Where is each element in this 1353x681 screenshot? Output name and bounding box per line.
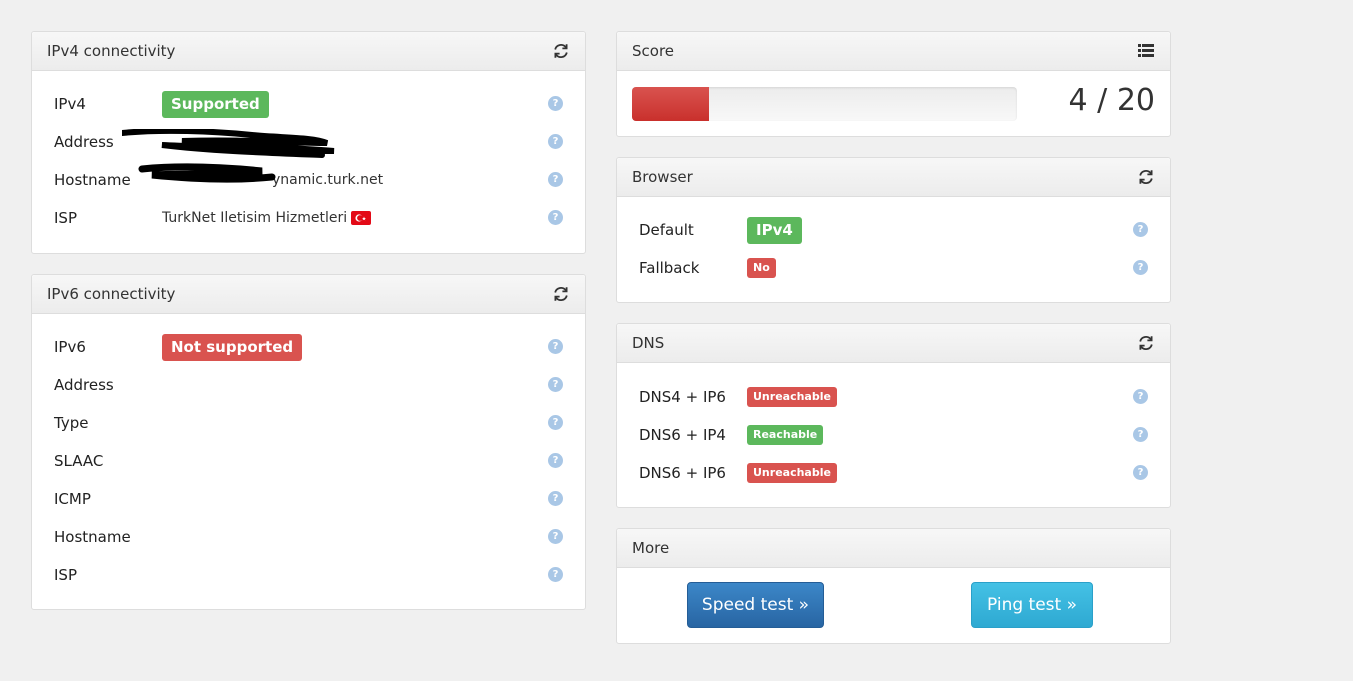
- browser-panel: Browser Default IPv4 ? Fallback No ?: [616, 157, 1171, 303]
- ipv6-row-hostname: Hostname ?: [54, 518, 563, 556]
- row-label: Address: [54, 376, 114, 394]
- dns-panel: DNS DNS4 + IP6 Unreachable ? DNS6 + IP4 …: [616, 323, 1171, 508]
- ipv4-panel-heading: IPv4 connectivity: [32, 32, 585, 71]
- help-icon[interactable]: ?: [548, 210, 563, 225]
- ipv6-row-slaac: SLAAC ?: [54, 442, 563, 480]
- score-text: 4 / 20: [1068, 83, 1155, 118]
- row-label: DNS4 + IP6: [639, 388, 726, 406]
- help-icon[interactable]: ?: [1133, 389, 1148, 404]
- help-icon[interactable]: ?: [1133, 427, 1148, 442]
- score-panel-title: Score: [632, 42, 675, 60]
- help-icon[interactable]: ?: [548, 529, 563, 544]
- refresh-icon[interactable]: [1137, 168, 1155, 186]
- row-label: IPv4: [54, 95, 86, 113]
- help-icon[interactable]: ?: [548, 415, 563, 430]
- fallback-badge: No: [747, 258, 776, 278]
- row-label: Fallback: [639, 259, 700, 277]
- dns-status-badge: Unreachable: [747, 387, 837, 407]
- default-badge: IPv4: [747, 216, 802, 244]
- help-icon[interactable]: ?: [548, 134, 563, 149]
- row-label: Type: [54, 414, 89, 432]
- ipv4-row-isp: ISP TurkNet Iletisim Hizmetleri ?: [54, 199, 563, 237]
- ipv6-row-isp: ISP ?: [54, 556, 563, 594]
- isp-value: TurkNet Iletisim Hizmetleri: [162, 210, 348, 226]
- redaction-scribble: [122, 129, 335, 183]
- refresh-icon[interactable]: [552, 285, 570, 303]
- row-label: DNS6 + IP4: [639, 426, 726, 444]
- speed-test-button[interactable]: Speed test »: [687, 582, 824, 628]
- help-icon[interactable]: ?: [1133, 465, 1148, 480]
- ipv6-panel-title: IPv6 connectivity: [47, 285, 176, 303]
- ping-test-button[interactable]: Ping test »: [971, 582, 1093, 628]
- browser-panel-heading: Browser: [617, 158, 1170, 197]
- browser-row-default: Default IPv4 ?: [639, 211, 1148, 249]
- refresh-icon[interactable]: [552, 42, 570, 60]
- score-panel-heading: Score: [617, 32, 1170, 71]
- score-panel: Score 4 / 20: [616, 31, 1171, 137]
- ipv4-row-ipv4: IPv4 Supported ?: [54, 85, 563, 123]
- help-icon[interactable]: ?: [548, 491, 563, 506]
- ipv6-panel: IPv6 connectivity IPv6 Not supported ? A…: [31, 274, 586, 610]
- more-panel-title: More: [632, 539, 670, 557]
- ipv6-row-ipv6: IPv6 Not supported ?: [54, 328, 563, 366]
- dns-status-badge: Reachable: [747, 425, 824, 445]
- help-icon[interactable]: ?: [548, 377, 563, 392]
- browser-panel-title: Browser: [632, 168, 693, 186]
- help-icon[interactable]: ?: [548, 453, 563, 468]
- ipv4-panel: IPv4 connectivity IPv4 Supported ? Addre…: [31, 31, 586, 254]
- dns-panel-heading: DNS: [617, 324, 1170, 363]
- row-label: Default: [639, 221, 694, 239]
- dns-panel-title: DNS: [632, 334, 665, 352]
- ipv6-row-icmp: ICMP ?: [54, 480, 563, 518]
- help-icon[interactable]: ?: [548, 339, 563, 354]
- ipv4-panel-title: IPv4 connectivity: [47, 42, 176, 60]
- row-label: ICMP: [54, 490, 91, 508]
- dns-status-badge: Unreachable: [747, 463, 837, 483]
- ipv6-row-address: Address ?: [54, 366, 563, 404]
- row-label: DNS6 + IP6: [639, 464, 726, 482]
- refresh-icon[interactable]: [1137, 334, 1155, 352]
- turkey-flag-icon: [351, 211, 372, 225]
- row-label: ISP: [54, 566, 77, 584]
- help-icon[interactable]: ?: [1133, 260, 1148, 275]
- ipv6-panel-heading: IPv6 connectivity: [32, 275, 585, 314]
- score-progress-fill: [632, 87, 709, 121]
- help-icon[interactable]: ?: [548, 567, 563, 582]
- browser-row-fallback: Fallback No ?: [639, 249, 1148, 287]
- list-icon[interactable]: [1137, 42, 1155, 60]
- ipv6-row-type: Type ?: [54, 404, 563, 442]
- more-panel: More Speed test » Ping test »: [616, 528, 1171, 644]
- dns-row-dns4-ip6: DNS4 + IP6 Unreachable ?: [639, 378, 1148, 416]
- not-supported-badge: Not supported: [162, 333, 303, 361]
- row-label: ISP: [54, 209, 77, 227]
- row-label: SLAAC: [54, 452, 104, 470]
- dns-row-dns6-ip6: DNS6 + IP6 Unreachable ?: [639, 454, 1148, 492]
- supported-badge: Supported: [162, 90, 269, 118]
- row-label: Hostname: [54, 528, 131, 546]
- dns-row-dns6-ip4: DNS6 + IP4 Reachable ?: [639, 416, 1148, 454]
- score-progress-bar: [632, 87, 1017, 121]
- row-label: IPv6: [54, 338, 86, 356]
- help-icon[interactable]: ?: [1133, 222, 1148, 237]
- more-panel-heading: More: [617, 529, 1170, 568]
- help-icon[interactable]: ?: [548, 172, 563, 187]
- help-icon[interactable]: ?: [548, 96, 563, 111]
